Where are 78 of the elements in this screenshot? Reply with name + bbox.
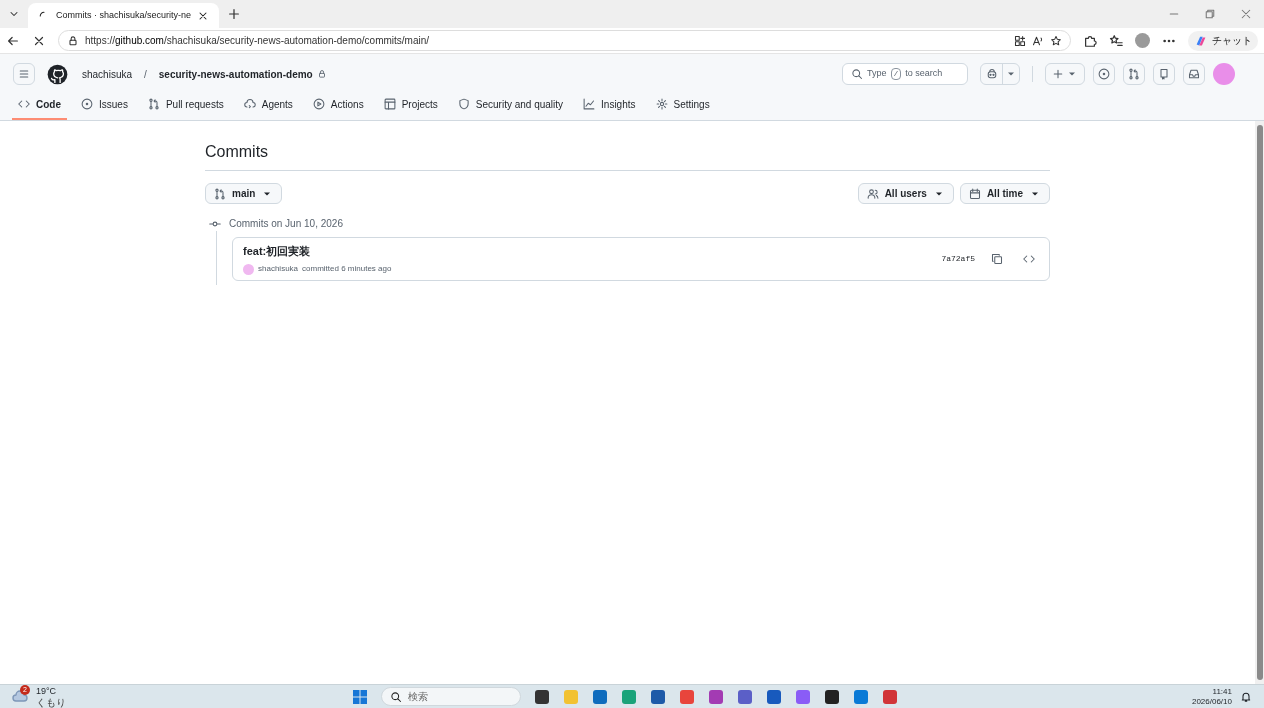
- search-field[interactable]: Type / to search: [842, 63, 968, 85]
- app-grid-icon: [1014, 34, 1026, 47]
- repo-link[interactable]: security-news-automation-demo: [158, 66, 313, 82]
- search-icon: [390, 690, 402, 703]
- book-icon: [1158, 68, 1170, 80]
- scrollbar[interactable]: [1255, 121, 1264, 684]
- filter-dropdown[interactable]: All time: [959, 183, 1050, 204]
- shield-icon: [457, 98, 470, 110]
- settings-icon: [655, 98, 668, 110]
- commit-group-heading: Commits on Jun 10, 2026: [229, 217, 343, 231]
- repositories-button[interactable]: [1153, 63, 1175, 85]
- repo-nav-tab[interactable]: Projects: [377, 90, 444, 120]
- star-icon: [1050, 34, 1062, 47]
- close-icon: [1240, 8, 1252, 20]
- url-text: https://github.com/shachisuka/security-news-automation-demo/commits/main/: [85, 34, 431, 48]
- commit-sha[interactable]: 7a72af5: [941, 253, 975, 265]
- play-circle-icon: [312, 98, 325, 110]
- code-icon: [18, 98, 30, 110]
- menu-button[interactable]: [13, 63, 35, 85]
- copy-icon: [991, 253, 1003, 265]
- repo-nav-tab[interactable]: Settings: [649, 90, 716, 120]
- user-avatar[interactable]: [1213, 63, 1235, 85]
- cloud-icon: [12, 688, 28, 705]
- people-icon: [866, 187, 879, 200]
- extensions-icon: [1083, 33, 1097, 48]
- inbox-button[interactable]: [1183, 63, 1205, 85]
- taskbar-search-field[interactable]: 検索: [381, 687, 521, 706]
- pull-request-icon: [147, 98, 160, 110]
- copilot-button[interactable]: チャット: [1188, 30, 1258, 51]
- tab-title: Commits · shachisuka/security-ne: [56, 8, 192, 22]
- create-new-button[interactable]: [1045, 63, 1085, 85]
- circle-dot-icon: [1098, 68, 1110, 80]
- author-link[interactable]: shachisuka: [258, 263, 299, 276]
- code-icon: [1023, 253, 1035, 265]
- filter-dropdown[interactable]: All users: [857, 183, 954, 204]
- author-avatar: [243, 263, 254, 275]
- repo-nav-tab[interactable]: Agents: [237, 90, 299, 120]
- branch-select[interactable]: main: [205, 183, 283, 204]
- copilot-icon: [985, 68, 998, 80]
- temperature[interactable]: 19°C: [36, 685, 66, 697]
- calendar-icon: [968, 187, 981, 200]
- commit-message[interactable]: feat:初回実装: [243, 242, 930, 260]
- windows-start-icon: [352, 688, 368, 705]
- path-separator: /: [144, 67, 147, 82]
- clock-time[interactable]: 11:41: [1212, 686, 1232, 697]
- weather-condition[interactable]: くもり: [36, 696, 66, 708]
- page-title: Commits: [205, 140, 1050, 171]
- repo-nav-tab[interactable]: Code: [12, 90, 67, 120]
- plus-icon: [227, 7, 242, 21]
- profile-avatar[interactable]: [1135, 33, 1150, 48]
- bell-icon: [1240, 690, 1252, 703]
- clock-date[interactable]: 2026/06/10: [1191, 696, 1232, 707]
- lock-icon: [316, 69, 327, 79]
- repo-nav-tab[interactable]: Insights: [577, 90, 642, 120]
- favorites-icon: [1109, 33, 1123, 48]
- branch-icon: [214, 187, 226, 200]
- table-icon: [383, 98, 396, 110]
- plus-icon: [1052, 68, 1064, 80]
- pull-request-icon: [1128, 68, 1140, 80]
- cloud-icon: [243, 98, 256, 110]
- repo-nav-tab[interactable]: Actions: [306, 90, 370, 120]
- browser-tab[interactable]: Commits · shachisuka/security-ne: [28, 3, 220, 28]
- circle-dot-icon: [81, 98, 93, 110]
- issues-button[interactable]: [1093, 63, 1115, 85]
- search-icon: [851, 68, 863, 80]
- inbox-icon: [1188, 68, 1200, 80]
- repo-nav-tab[interactable]: Security and quality: [451, 90, 570, 120]
- menu-icon: [18, 68, 30, 80]
- github-logo-icon: [47, 63, 68, 85]
- restore-icon: [1204, 8, 1216, 20]
- read-aloud-icon: [1032, 34, 1044, 47]
- pull-requests-button[interactable]: [1123, 63, 1145, 85]
- repo-nav-tab[interactable]: Issues: [75, 90, 134, 120]
- owner-link[interactable]: shachisuka: [82, 66, 133, 82]
- lock-icon: [67, 34, 79, 47]
- commit-time: committed 6 minutes ago: [302, 263, 392, 276]
- line-graph-icon: [583, 98, 596, 110]
- repo-nav-tab[interactable]: Pull requests: [141, 90, 230, 120]
